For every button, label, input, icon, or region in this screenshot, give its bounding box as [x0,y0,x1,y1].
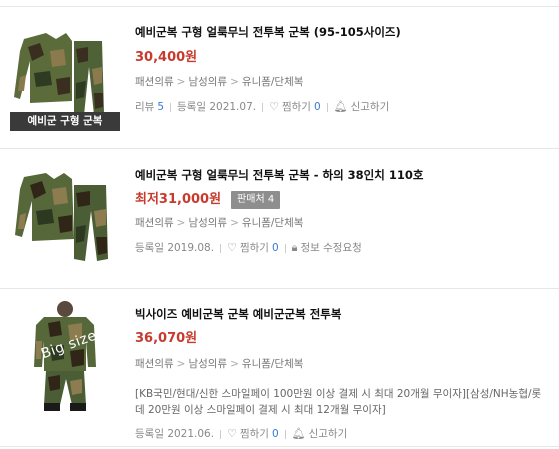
category-breadcrumb: 패션의류 > 남성의류 > 유니폼/단체복 [135,356,553,372]
category-level-2[interactable]: 남성의류 [188,217,227,229]
category-level-3[interactable]: 유니폼/단체복 [242,358,304,370]
product-item[interactable]: 예비군복 구형 얼룩무늬 전투복 군복 - 하의 38인치 110호 최저31,… [0,149,559,287]
lock-icon: 🔒︎ [291,241,298,254]
chevron-right-icon: > [176,76,186,88]
meta-divider [170,102,172,112]
wish-button[interactable]: ♡ 찜하기 0 [227,426,279,442]
chevron-right-icon: > [230,76,239,88]
meta-divider [326,102,328,112]
wish-label: 찜하기 [281,101,311,113]
product-description: [KB국민/현대/신한 스마일페이 100만원 이상 결제 시 최대 20개월 … [135,388,542,416]
wish-button[interactable]: ♡ 찜하기 0 [269,99,321,115]
meta-divider [284,243,286,253]
price-row: 최저31,000원 판매처 4 [135,191,553,209]
product-meta: 등록일 2019.08. ♡ 찜하기 0 🔒︎ 정보 수정요청 [135,240,553,256]
product-thumbnail[interactable]: Big size [10,301,120,411]
wish-label: 찜하기 [239,242,269,254]
heart-icon: ♡ [269,100,279,113]
wish-count: 0 [271,242,279,254]
product-price: 36,070원 [135,331,198,346]
category-level-3[interactable]: 유니폼/단체복 [242,76,304,88]
category-level-2[interactable]: 남성의류 [188,358,227,370]
report-button[interactable]: 🔔︎ 신고하기 [334,99,390,115]
product-price: 30,400원 [135,50,198,65]
meta-divider [284,429,286,439]
wish-button[interactable]: ♡ 찜하기 0 [227,240,279,256]
category-breadcrumb: 패션의류 > 남성의류 > 유니폼/단체복 [135,215,553,231]
review-link[interactable]: 리뷰 5 [135,99,164,115]
registered-date: 등록일 2019.08. [135,242,215,254]
wish-count: 0 [271,428,279,440]
info-edit-label: 정보 수정요청 [300,242,362,254]
product-price: 최저31,000원 [135,192,222,207]
meta-divider [220,243,222,253]
registered-date: 등록일 2021.07. [177,101,257,113]
seller-count-badge[interactable]: 판매처 4 [231,191,281,209]
registered-date: 등록일 2021.06. [135,428,215,440]
chevron-right-icon: > [176,358,186,370]
chevron-right-icon: > [230,217,239,229]
report-button[interactable]: 🔔︎ 신고하기 [292,426,348,442]
review-count: 5 [157,101,165,113]
product-meta: 등록일 2021.06. ♡ 찜하기 0 🔔︎ 신고하기 [135,426,553,442]
product-item[interactable]: Big size 빅사이즈 예비군복 군복 예비군군복 전투복 36,070원 … [0,289,559,447]
category-level-3[interactable]: 유니폼/단체복 [242,217,304,229]
thumbnail-caption: 예비군 구형 군복 [10,112,120,131]
bell-icon: 🔔︎ [291,427,306,440]
report-label: 신고하기 [308,428,348,440]
category-breadcrumb: 패션의류 > 남성의류 > 유니폼/단체복 [135,74,553,90]
meta-divider [220,429,222,439]
heart-icon: ♡ [227,427,237,440]
category-level-1[interactable]: 패션의류 [135,217,174,229]
category-level-1[interactable]: 패션의류 [135,76,174,88]
category-level-1[interactable]: 패션의류 [135,358,174,370]
product-title[interactable]: 빅사이즈 예비군복 군복 예비군군복 전투복 [135,306,553,322]
product-item[interactable]: 예비군 구형 군복 예비군복 구형 얼룩무늬 전투복 군복 (95-105사이즈… [0,7,559,147]
bell-icon: 🔔︎ [333,100,348,113]
category-level-2[interactable]: 남성의류 [188,76,227,88]
product-title[interactable]: 예비군복 구형 얼룩무늬 전투복 군복 - 하의 38인치 110호 [135,167,553,183]
wish-count: 0 [313,101,321,113]
product-thumbnail[interactable]: 예비군 구형 군복 [10,21,120,131]
chevron-right-icon: > [230,358,239,370]
wish-label: 찜하기 [239,428,269,440]
camo-uniform-image [34,301,96,411]
product-meta: 리뷰 5 등록일 2021.07. ♡ 찜하기 0 🔔︎ 신고하기 [135,99,553,115]
chevron-right-icon: > [176,217,186,229]
meta-divider [262,102,264,112]
review-label: 리뷰 [135,101,155,113]
report-label: 신고하기 [350,101,390,113]
product-thumbnail[interactable] [10,161,120,271]
camo-uniform-image [15,173,108,261]
bottom-divider [0,446,559,447]
heart-icon: ♡ [227,241,237,254]
product-title[interactable]: 예비군복 구형 얼룩무늬 전투복 군복 (95-105사이즈) [135,24,553,40]
info-edit-request-button[interactable]: 🔒︎ 정보 수정요청 [292,240,362,256]
